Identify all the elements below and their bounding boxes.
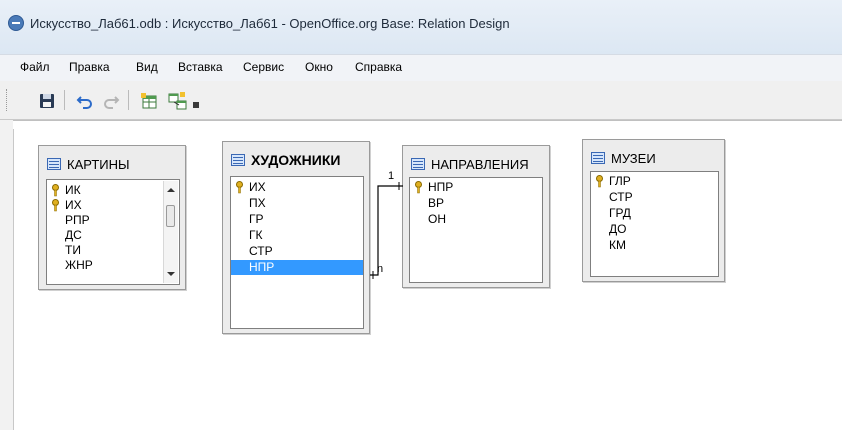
field-name: ИХ bbox=[249, 180, 266, 194]
scroll-down-icon[interactable] bbox=[167, 272, 175, 276]
field-name: СТР bbox=[249, 244, 273, 258]
field-list[interactable]: ИХ ПХ ГР ГК СТР НПР bbox=[230, 176, 364, 329]
field-name: ДО bbox=[609, 222, 627, 236]
table-icon bbox=[411, 158, 425, 170]
field-name: ОН bbox=[428, 212, 446, 226]
field-row[interactable]: ИК bbox=[47, 183, 163, 198]
field-row[interactable]: КМ bbox=[591, 238, 718, 253]
menu-bar: Файл Правка Вид Вставка Сервис Окно Спра… bbox=[0, 54, 842, 82]
menu-view[interactable]: Вид bbox=[136, 60, 158, 74]
cardinality-one-label: 1 bbox=[388, 170, 395, 182]
menu-insert[interactable]: Вставка bbox=[178, 60, 223, 74]
field-row[interactable]: ВР bbox=[410, 196, 542, 211]
primary-key-icon bbox=[235, 181, 244, 194]
vertical-scrollbar[interactable] bbox=[163, 181, 178, 283]
table-window-title[interactable]: КАРТИНЫ bbox=[47, 156, 130, 172]
field-name: ВР bbox=[428, 196, 445, 210]
field-name: КМ bbox=[609, 238, 626, 252]
field-row[interactable]: ГР bbox=[231, 212, 363, 227]
field-name: ГК bbox=[249, 228, 263, 242]
table-window-khudozhniki[interactable]: ХУДОЖНИКИ ИХ ПХ ГР ГК СТР НПР bbox=[222, 141, 370, 334]
menu-file[interactable]: Файл bbox=[20, 60, 50, 74]
openoffice-app-icon bbox=[8, 15, 24, 31]
field-row-selected[interactable]: НПР bbox=[231, 260, 363, 275]
window-title: Искусство_Лаб61.odb : Искусство_Лаб61 - … bbox=[30, 16, 510, 31]
toolbar-grip[interactable] bbox=[6, 89, 10, 111]
field-row[interactable]: ОН bbox=[410, 212, 542, 227]
field-name: ПХ bbox=[249, 196, 266, 210]
field-row[interactable]: ДС bbox=[47, 228, 163, 243]
canvas-top-edge bbox=[13, 120, 842, 129]
field-name: ТИ bbox=[65, 243, 81, 257]
table-icon bbox=[47, 158, 61, 170]
new-relation-icon[interactable] bbox=[166, 90, 188, 112]
add-table-icon[interactable] bbox=[138, 90, 160, 112]
menu-help[interactable]: Справка bbox=[355, 60, 402, 74]
table-window-napravleniya[interactable]: НАПРАВЛЕНИЯ НПР ВР ОН bbox=[402, 145, 550, 288]
field-list[interactable]: ИК ИХ РПР ДС ТИ ЖНР bbox=[46, 179, 180, 285]
field-row[interactable]: РПР bbox=[47, 213, 163, 228]
canvas-left-bar bbox=[0, 120, 14, 430]
field-name: РПР bbox=[65, 213, 90, 227]
table-window-title[interactable]: МУЗЕИ bbox=[591, 150, 656, 166]
field-name: НПР bbox=[428, 180, 454, 194]
menu-tools[interactable]: Сервис bbox=[243, 60, 284, 74]
field-row[interactable]: ГЛР bbox=[591, 174, 718, 189]
primary-key-icon bbox=[51, 184, 60, 197]
table-name: НАПРАВЛЕНИЯ bbox=[431, 156, 529, 172]
table-name: МУЗЕИ bbox=[611, 150, 656, 166]
field-name: СТР bbox=[609, 190, 633, 204]
menu-edit[interactable]: Правка bbox=[69, 60, 110, 74]
field-list[interactable]: ГЛР СТР ГРД ДО КМ bbox=[590, 171, 719, 277]
menu-window[interactable]: Окно bbox=[305, 60, 333, 74]
table-icon bbox=[231, 154, 245, 166]
table-name: КАРТИНЫ bbox=[67, 156, 130, 172]
field-name: ГЛР bbox=[609, 174, 631, 188]
field-name: ГР bbox=[249, 212, 264, 226]
redo-icon[interactable] bbox=[100, 90, 122, 112]
scroll-up-icon[interactable] bbox=[167, 188, 175, 192]
field-list[interactable]: НПР ВР ОН bbox=[409, 177, 543, 283]
table-window-muzei[interactable]: МУЗЕИ ГЛР СТР ГРД ДО КМ bbox=[582, 139, 725, 282]
scroll-thumb[interactable] bbox=[166, 205, 175, 227]
toolbar-separator bbox=[128, 90, 129, 110]
field-row[interactable]: ИХ bbox=[231, 180, 363, 195]
field-row[interactable]: НПР bbox=[410, 180, 542, 195]
toolbar-overflow-icon[interactable] bbox=[190, 90, 202, 112]
table-window-title[interactable]: ХУДОЖНИКИ bbox=[231, 152, 340, 168]
field-row[interactable]: ГК bbox=[231, 228, 363, 243]
table-name: ХУДОЖНИКИ bbox=[251, 152, 341, 168]
field-name: НПР bbox=[249, 260, 275, 274]
field-row[interactable]: ДО bbox=[591, 222, 718, 237]
toolbar-separator bbox=[64, 90, 65, 110]
field-row[interactable]: ТИ bbox=[47, 243, 163, 258]
primary-key-icon bbox=[414, 181, 423, 194]
field-name: ГРД bbox=[609, 206, 631, 220]
field-row[interactable]: ПХ bbox=[231, 196, 363, 211]
undo-icon[interactable] bbox=[74, 90, 96, 112]
field-row[interactable]: ЖНР bbox=[47, 258, 163, 282]
table-window-title[interactable]: НАПРАВЛЕНИЯ bbox=[411, 156, 529, 172]
table-window-kartiny[interactable]: КАРТИНЫ ИК ИХ РПР ДС ТИ ЖНР bbox=[38, 145, 186, 290]
field-row[interactable]: ГРД bbox=[591, 206, 718, 221]
cardinality-many-label: n bbox=[377, 263, 384, 275]
primary-key-icon bbox=[595, 175, 604, 188]
field-row[interactable]: ИХ bbox=[47, 198, 163, 213]
primary-key-icon bbox=[51, 199, 60, 212]
field-name: ИК bbox=[65, 183, 81, 197]
table-icon bbox=[591, 152, 605, 164]
field-name: ДС bbox=[65, 228, 82, 242]
toolbar bbox=[0, 81, 842, 120]
save-icon[interactable] bbox=[36, 90, 58, 112]
field-row[interactable]: СТР bbox=[231, 244, 363, 259]
field-name: ЖНР bbox=[65, 258, 93, 272]
title-bar: Искусство_Лаб61.odb : Искусство_Лаб61 - … bbox=[0, 0, 842, 54]
field-name: ИХ bbox=[65, 198, 82, 212]
field-row[interactable]: СТР bbox=[591, 190, 718, 205]
